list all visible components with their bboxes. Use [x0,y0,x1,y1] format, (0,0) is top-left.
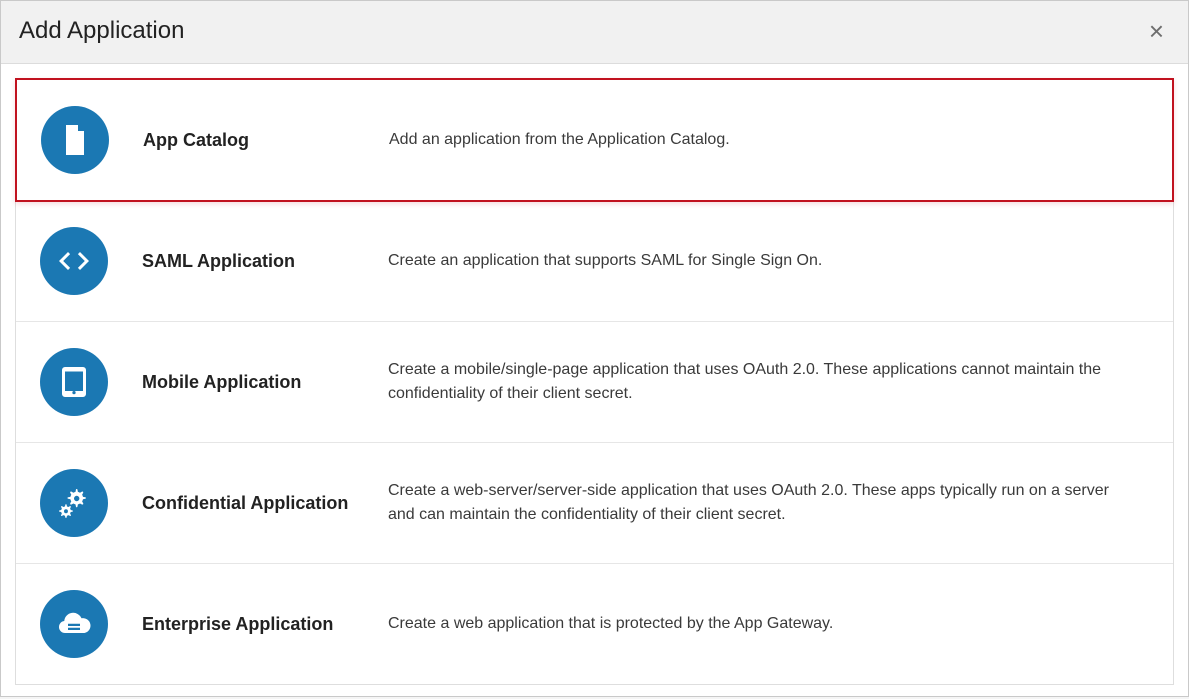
close-button[interactable]: × [1145,18,1168,44]
option-title: Mobile Application [108,372,388,393]
modal-title: Add Application [19,17,184,45]
option-description: Add an application from the Application … [389,128,1148,152]
option-title: Enterprise Application [108,614,388,635]
document-icon [41,106,109,174]
option-app-catalog[interactable]: App Catalog Add an application from the … [15,78,1174,202]
option-enterprise-application[interactable]: Enterprise Application Create a web appl… [16,564,1173,684]
option-mobile-application[interactable]: Mobile Application Create a mobile/singl… [16,322,1173,443]
cloud-gateway-icon [40,590,108,658]
close-icon: × [1149,16,1164,46]
code-icon [40,227,108,295]
option-title: Confidential Application [108,493,388,514]
add-application-modal: Add Application × App Catalog Add an app… [0,0,1189,697]
modal-body: App Catalog Add an application from the … [1,64,1188,699]
gears-icon [40,469,108,537]
option-description: Create a web-server/server-side applicat… [388,479,1149,527]
option-description: Create an application that supports SAML… [388,249,1149,273]
option-description: Create a web application that is protect… [388,612,1149,636]
options-card: App Catalog Add an application from the … [15,78,1174,685]
option-confidential-application[interactable]: Confidential Application Create a web-se… [16,443,1173,564]
option-saml-application[interactable]: SAML Application Create an application t… [16,201,1173,322]
option-description: Create a mobile/single-page application … [388,358,1149,406]
modal-header: Add Application × [1,1,1188,64]
option-title: App Catalog [109,130,389,151]
option-title: SAML Application [108,251,388,272]
tablet-icon [40,348,108,416]
